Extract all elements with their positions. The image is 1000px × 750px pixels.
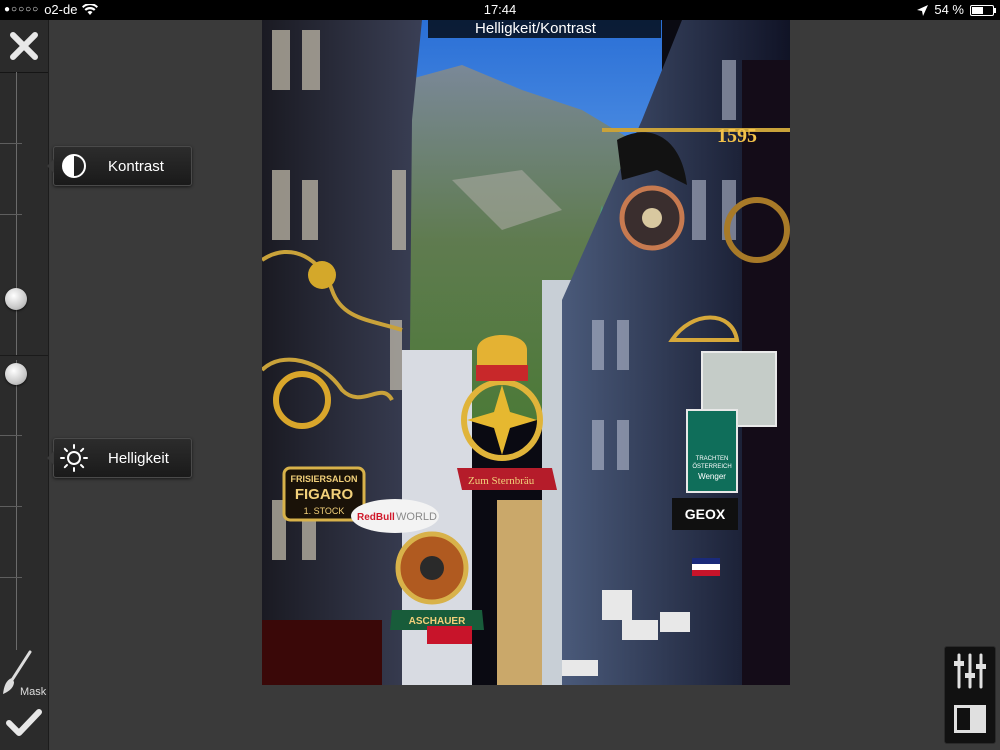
trachten-sign-line2: ÖSTERREICH xyxy=(692,463,731,470)
brightness-slider-track[interactable] xyxy=(16,360,17,650)
slider-tick xyxy=(0,506,22,507)
battery-fill xyxy=(972,6,983,14)
brightness-label: Helligkeit xyxy=(47,438,192,478)
adjust-button[interactable] xyxy=(950,651,990,691)
right-tools-panel xyxy=(944,646,996,744)
sun-icon xyxy=(54,439,94,477)
salon-sign-line3: 1. STOCK xyxy=(304,506,345,516)
slider-divider xyxy=(0,355,48,356)
slider-tick xyxy=(0,577,22,578)
contrast-label: Kontrast xyxy=(47,146,192,186)
contrast-icon xyxy=(54,147,94,185)
contrast-slider-knob[interactable] xyxy=(5,288,27,310)
salon-sign-line1: FRISIERSALON xyxy=(290,474,357,484)
contrast-label-text: Kontrast xyxy=(108,157,164,175)
year-sign: 1595 xyxy=(717,125,757,147)
compare-button[interactable] xyxy=(954,705,986,733)
trachten-sign-line3: Wenger xyxy=(698,472,726,481)
slider-tick xyxy=(0,143,22,144)
confirm-button[interactable] xyxy=(6,708,42,744)
battery-percent: 54 % xyxy=(934,2,964,17)
battery-icon xyxy=(970,4,996,16)
geox-sign: GEOX xyxy=(685,506,726,522)
brightness-slider-knob[interactable] xyxy=(5,363,27,385)
aschauer-sign: ASCHAUER xyxy=(409,616,466,627)
split-view-icon xyxy=(954,705,986,733)
close-x-icon xyxy=(10,32,38,60)
left-toolbar: Mask xyxy=(0,20,49,750)
brightness-label-text: Helligkeit xyxy=(108,449,169,467)
sternbraeu-sign: Zum Sternbräu xyxy=(468,475,535,487)
salon-sign-line2: FIGARO xyxy=(295,486,354,503)
redbull-sign: RedBull xyxy=(357,512,395,523)
location-arrow-icon xyxy=(917,4,929,16)
photo-canvas[interactable]: Zum Sternbräu FRISIERSALON FIGARO 1. STO… xyxy=(262,20,790,685)
photo-image: Zum Sternbräu FRISIERSALON FIGARO 1. STO… xyxy=(262,20,790,685)
status-right: 54 % xyxy=(917,0,996,20)
checkmark-icon xyxy=(6,709,42,736)
image-title: Helligkeit/Kontrast xyxy=(428,20,661,38)
world-sign: WORLD xyxy=(396,511,437,523)
status-time: 17:44 xyxy=(483,2,517,17)
close-button[interactable] xyxy=(4,26,44,66)
slider-tick xyxy=(0,214,22,215)
sliders-icon xyxy=(954,653,986,689)
trachten-sign-line1: TRACHTEN xyxy=(696,456,729,462)
status-bar: ●○○○○ o2-de 17:44 54 % xyxy=(0,0,1000,20)
slider-tick xyxy=(0,435,22,436)
mask-button[interactable]: Mask xyxy=(2,650,46,700)
mask-label: Mask xyxy=(20,686,47,698)
toolbar-divider xyxy=(0,72,48,73)
